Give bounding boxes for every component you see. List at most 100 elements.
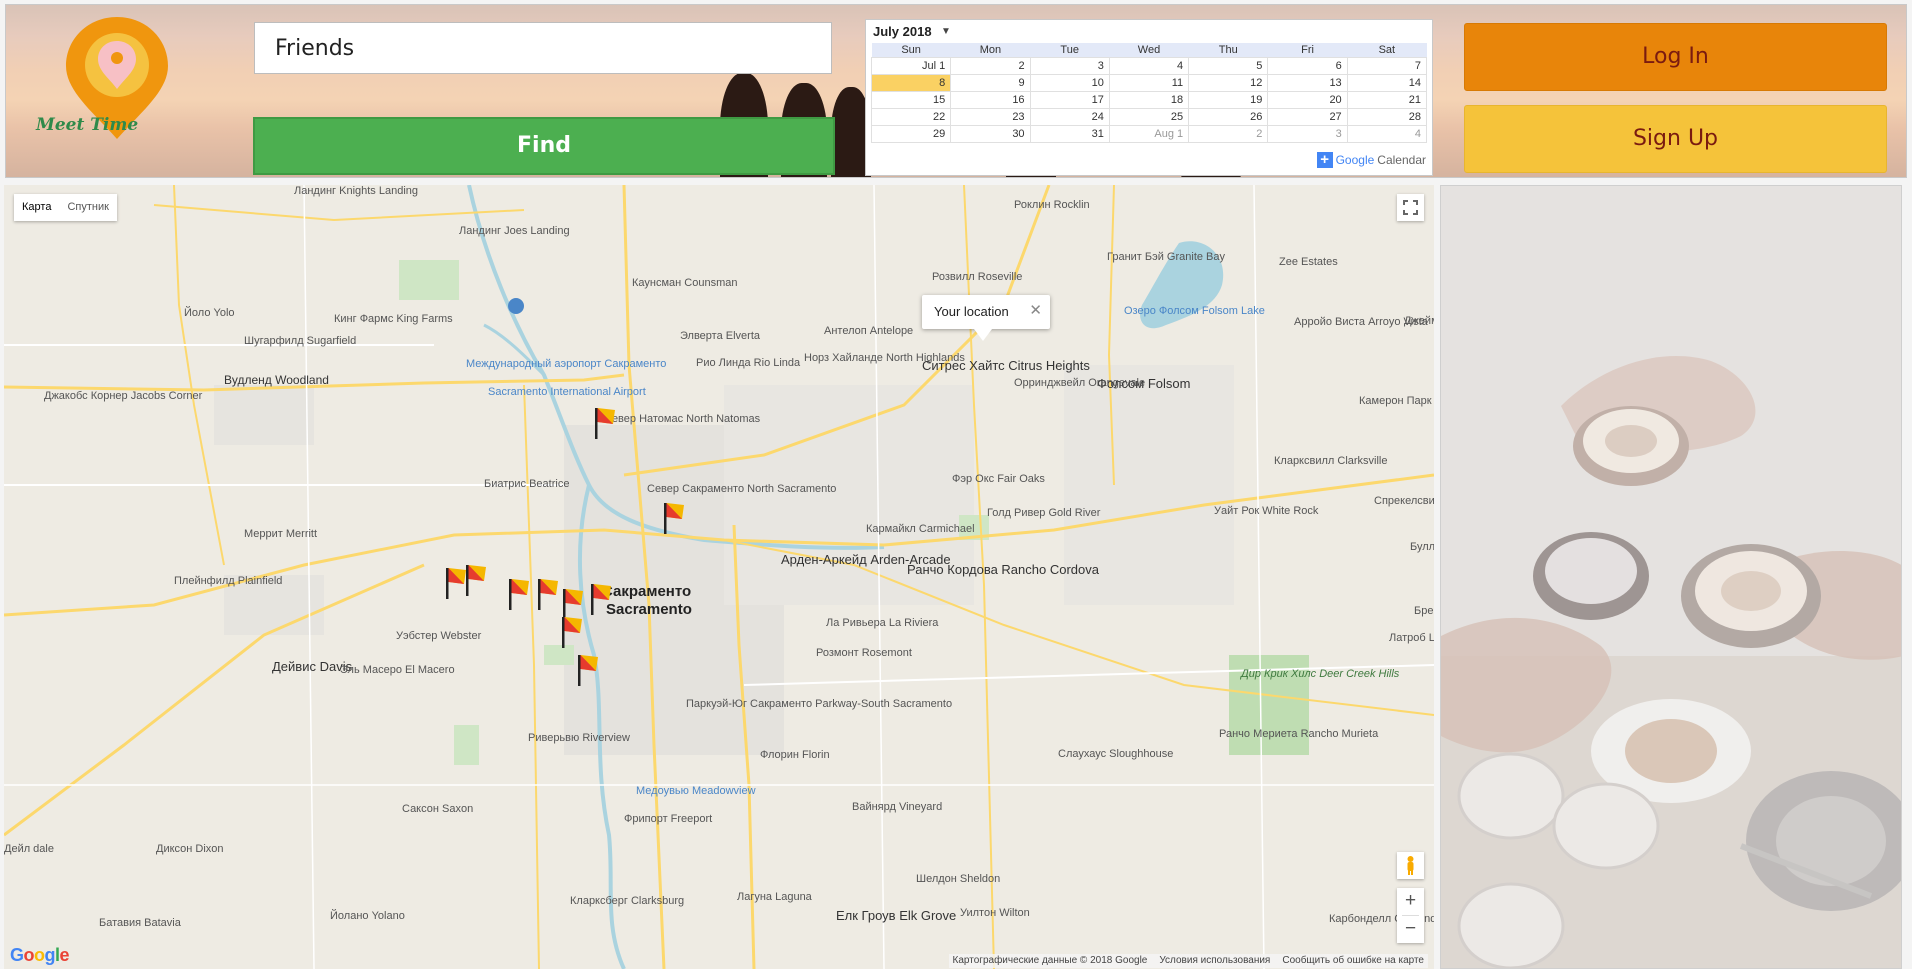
calendar-day[interactable]: 11 [1108, 74, 1190, 92]
calendar-day-today[interactable]: 8 [870, 74, 952, 92]
flag-marker-icon[interactable] [507, 577, 533, 611]
calendar-day[interactable]: 29 [870, 125, 952, 143]
calendar-day[interactable]: 21 [1346, 91, 1428, 109]
map-place-label: Zee Estates [1279, 256, 1338, 268]
google-logo[interactable]: Google [10, 945, 70, 966]
fullscreen-icon[interactable] [1397, 194, 1424, 221]
zoom-in-button[interactable]: + [1397, 888, 1424, 915]
map-place-label: Север Сакраменто North Sacramento [647, 483, 837, 495]
calendar-day[interactable]: 18 [1108, 91, 1190, 109]
calendar-day[interactable]: 23 [950, 108, 1031, 126]
infowindow-text: Your location [934, 304, 1009, 319]
map-place-label: Бре Bre [1414, 605, 1434, 617]
calendar-day-next-month[interactable]: Aug 1 [1108, 125, 1190, 143]
coffee-photo [1440, 185, 1902, 969]
flag-marker-icon[interactable] [444, 566, 470, 600]
triangle-down-icon[interactable]: ▼ [941, 26, 951, 37]
map-view[interactable]: Ландинг Knights Landing Роклин Rocklin Г… [4, 185, 1434, 969]
calendar-day[interactable]: 3 [1029, 57, 1110, 75]
map-place-label: Норз Хайланде North Highlands [804, 352, 965, 364]
report-error-link[interactable]: Сообщить об ошибке на карте [1282, 954, 1424, 968]
calendar-day[interactable]: 30 [950, 125, 1031, 143]
map-place-label: Рио Линда Rio Linda [696, 357, 801, 369]
weekday-header: Wed [1109, 43, 1189, 58]
map-place-label: Елк Гроув Elk Grove [836, 908, 957, 923]
street-view-pegman-icon[interactable] [1397, 852, 1424, 879]
map-place-label: Каунсман Counsman [632, 277, 738, 289]
calendar-day[interactable]: 5 [1188, 57, 1269, 75]
map-place-label: Sacramento International Airport [488, 386, 646, 398]
map-place-label: Ранчо Мериета Rancho Murieta [1219, 728, 1379, 740]
map-type-satellite-button[interactable]: Спутник [59, 194, 116, 221]
calendar-day[interactable]: 16 [950, 91, 1031, 109]
calendar-day[interactable]: 17 [1029, 91, 1110, 109]
calendar-day[interactable]: 24 [1029, 108, 1110, 126]
map-place-label: Роклин Rocklin [1014, 199, 1090, 211]
calendar-day-next-month[interactable]: 3 [1267, 125, 1348, 143]
calendar-day[interactable]: 12 [1188, 74, 1269, 92]
map-place-label: Голд Ривер Gold River [987, 507, 1101, 519]
flag-marker-icon[interactable] [662, 501, 688, 535]
calendar-day[interactable]: 20 [1267, 91, 1348, 109]
map-place-label: Фэр Окс Fair Oaks [952, 473, 1045, 485]
map-place-label: Камерон Парк Cameron Park [1359, 395, 1434, 407]
map-place-label: Плейнфилд Plainfield [174, 575, 283, 587]
map-type-control: Карта Спутник [14, 194, 117, 221]
map-place-label: Паркуэй-Юг Сакраменто Parkway-South Sacr… [686, 698, 953, 710]
calendar-day[interactable]: 10 [1029, 74, 1110, 92]
calendar-day[interactable]: 6 [1267, 57, 1348, 75]
plus-icon[interactable]: + [1316, 152, 1333, 168]
map-place-label: Кинг Фармс King Farms [334, 313, 453, 325]
map-place-label: Ла Ривьера La Riviera [826, 617, 939, 629]
calendar-brand-text: Calendar [1377, 153, 1426, 167]
calendar-day[interactable]: 7 [1346, 57, 1428, 75]
calendar-day[interactable]: 14 [1346, 74, 1428, 92]
flag-marker-icon[interactable] [576, 653, 602, 687]
map-place-label: Вайнярд Vineyard [852, 801, 943, 813]
zoom-out-button[interactable]: − [1397, 916, 1424, 943]
calendar-day[interactable]: 4 [1108, 57, 1190, 75]
calendar-day[interactable]: Jul 1 [870, 57, 952, 75]
calendar-day[interactable]: 15 [870, 91, 952, 109]
map-place-label: Озеро Фолсом Folsom Lake [1124, 305, 1265, 317]
flag-marker-icon[interactable] [593, 406, 619, 440]
calendar-day[interactable]: 28 [1346, 108, 1428, 126]
calendar-day[interactable]: 9 [950, 74, 1031, 92]
calendar-day[interactable]: 26 [1188, 108, 1269, 126]
map-place-label: Медоувью Meadowview [636, 785, 756, 797]
map-place-label: Булл Bull [1410, 541, 1434, 553]
map-place-label: Элверта Elverta [680, 330, 760, 342]
calendar-day[interactable]: 25 [1108, 108, 1190, 126]
calendar-day[interactable]: 22 [870, 108, 952, 126]
flag-marker-icon[interactable] [560, 615, 586, 649]
map-place-label: Sacramento [606, 601, 692, 618]
logo-text: Meet Time [36, 115, 139, 135]
calendar-day-next-month[interactable]: 4 [1346, 125, 1428, 143]
google-calendar-link[interactable]: + Google Calendar [1316, 151, 1426, 169]
map-place-label: Йоло Yolo [184, 307, 235, 319]
map-type-map-button[interactable]: Карта [14, 194, 59, 221]
map-place-label: Лагуна Laguna [737, 891, 812, 903]
weekday-header: Fri [1267, 43, 1348, 58]
calendar-day-next-month[interactable]: 2 [1188, 125, 1269, 143]
search-input[interactable] [254, 22, 832, 74]
calendar-month-selector[interactable]: July 2018 [873, 24, 932, 39]
weekday-header: Tue [1030, 43, 1110, 58]
map-place-label: Флорин Florin [760, 749, 830, 761]
signup-button[interactable]: Sign Up [1464, 105, 1887, 173]
calendar-day[interactable]: 31 [1029, 125, 1110, 143]
flag-marker-icon[interactable] [589, 582, 615, 616]
calendar-day[interactable]: 19 [1188, 91, 1269, 109]
map-place-label: Диксон Dixon [156, 843, 224, 855]
flag-marker-icon[interactable] [536, 577, 562, 611]
calendar-day[interactable]: 27 [1267, 108, 1348, 126]
map-data-attribution: Картографические данные © 2018 Google [952, 955, 1148, 966]
calendar-day[interactable]: 2 [950, 57, 1031, 75]
calendar-day[interactable]: 13 [1267, 74, 1348, 92]
login-button[interactable]: Log In [1464, 23, 1887, 91]
close-icon[interactable]: ✕ [1029, 301, 1042, 319]
terms-link[interactable]: Условия использования [1159, 954, 1270, 968]
calendar-grid: Sun Mon Tue Wed Thu Fri Sat Jul 1 2 3 4 … [870, 43, 1428, 143]
find-button[interactable]: Find [253, 117, 835, 175]
map-place-label: Джейм Jayh [1404, 315, 1434, 327]
